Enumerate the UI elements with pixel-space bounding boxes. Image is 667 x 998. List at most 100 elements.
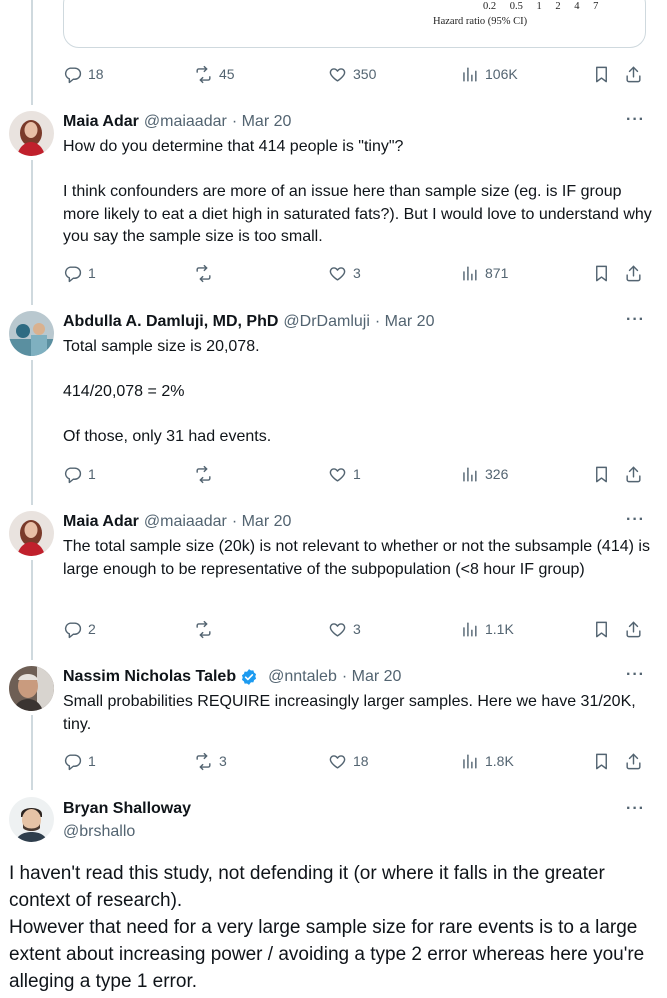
reply-icon [63,620,82,639]
retweet-button[interactable] [194,262,219,284]
like-count: 18 [353,753,369,769]
tweet-date[interactable]: · Mar 20 [342,668,402,686]
avatar[interactable] [9,111,54,156]
bookmark-icon [592,752,611,771]
bookmark-icon [592,65,611,84]
heart-icon [328,65,347,84]
avatar[interactable] [9,311,54,356]
like-count: 1 [353,466,361,482]
avatar[interactable] [9,797,54,842]
retweet-button[interactable]: 3 [194,750,227,772]
like-button[interactable]: 3 [328,618,361,640]
share-button[interactable] [624,618,643,640]
like-button[interactable]: 1 [328,463,361,485]
retweet-button[interactable]: 45 [194,63,235,85]
bookmark-button[interactable] [592,463,611,485]
views-icon [460,65,479,84]
tick-label: 7 [593,1,599,12]
author-handle[interactable]: @maiaadar [144,113,227,131]
tick-label: 2 [555,1,561,12]
retweet-icon [194,264,213,283]
reply-button[interactable]: 1 [63,463,96,485]
tick-label: 0.2 [483,1,497,12]
tweet-text-content: The total sample size (20k) is not relev… [63,538,655,578]
author-name[interactable]: Bryan Shalloway [63,800,191,818]
author-handle[interactable]: @nntaleb [268,668,337,686]
views-button[interactable]: 871 [460,262,508,284]
author-handle[interactable]: @DrDamluji [283,313,369,331]
retweet-button[interactable] [194,463,219,485]
author-handle[interactable]: @brshallo [63,823,135,841]
view-count: 1.1K [485,621,514,637]
heart-icon [328,620,347,639]
views-button[interactable]: 326 [460,463,508,485]
tweet-date[interactable]: · Mar 20 [232,513,292,531]
bookmark-icon [592,264,611,283]
thread-line [31,160,33,305]
thread-line [31,0,33,105]
chart-card[interactable]: 0.2 0.5 1 2 4 7 Hazard ratio (95% CI) [63,0,646,48]
reply-button[interactable]: 18 [63,63,104,85]
more-options-icon[interactable]: ··· [626,666,645,684]
share-button[interactable] [624,262,643,284]
bookmark-button[interactable] [592,63,611,85]
bookmark-icon [592,465,611,484]
tweet-text: I haven't read this study, not defending… [9,860,649,995]
avatar[interactable] [9,666,54,711]
retweet-icon [194,465,213,484]
share-icon [624,752,643,771]
bookmark-button[interactable] [592,262,611,284]
tweet-date[interactable]: · Mar 20 [375,313,435,331]
reply-count: 1 [88,753,96,769]
tweet-header: Maia Adar @maiaadar · Mar 20 [63,513,291,531]
like-button[interactable]: 18 [328,750,369,772]
view-count: 1.8K [485,753,514,769]
reply-button[interactable]: 1 [63,750,96,772]
views-icon [460,620,479,639]
author-handle[interactable]: @maiaadar [144,513,227,531]
like-button[interactable]: 3 [328,262,361,284]
reply-count: 18 [88,66,104,82]
more-options-icon[interactable]: ··· [626,311,645,329]
author-name[interactable]: Abdulla A. Damluji, MD, PhD [63,313,278,331]
share-button[interactable] [624,463,643,485]
tweet-actions: 2 3 1.1K [63,618,646,640]
tweet-date[interactable]: · Mar 20 [232,113,292,131]
author-name[interactable]: Nassim Nicholas Taleb [63,668,236,686]
share-button[interactable] [624,63,643,85]
bookmark-button[interactable] [592,618,611,640]
like-count: 350 [353,66,377,82]
more-options-icon[interactable]: ··· [626,111,645,129]
thread-line [31,560,33,660]
retweet-button[interactable] [194,618,219,640]
retweet-count: 45 [219,66,235,82]
heart-icon [328,264,347,283]
tick-label: 1 [536,1,542,12]
reply-count: 2 [88,621,96,637]
author-name[interactable]: Maia Adar [63,513,139,531]
share-icon [624,620,643,639]
heart-icon [328,752,347,771]
views-button[interactable]: 1.8K [460,750,514,772]
views-icon [460,264,479,283]
retweet-icon [194,65,213,84]
more-options-icon[interactable]: ··· [626,800,645,818]
reply-button[interactable]: 2 [63,618,96,640]
chart-tick-labels: 0.2 0.5 1 2 4 7 [483,1,609,12]
reply-count: 1 [88,466,96,482]
reply-button[interactable]: 1 [63,262,96,284]
more-options-icon[interactable]: ··· [626,511,645,529]
views-button[interactable]: 106K [460,63,518,85]
like-button[interactable]: 350 [328,63,376,85]
share-button[interactable] [624,750,643,772]
share-icon [624,465,643,484]
view-count: 871 [485,265,509,281]
bookmark-button[interactable] [592,750,611,772]
tweet-actions: 18 45 350 106K [63,63,646,85]
view-count: 326 [485,466,509,482]
tweet-actions: 1 3 871 [63,262,646,284]
avatar[interactable] [9,511,54,556]
reply-icon [63,752,82,771]
views-button[interactable]: 1.1K [460,618,514,640]
author-name[interactable]: Maia Adar [63,113,139,131]
